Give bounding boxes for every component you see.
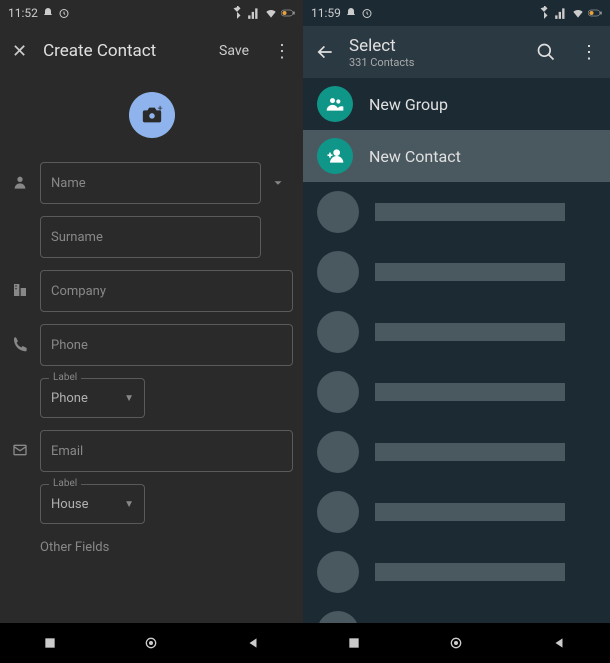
more-icon[interactable]: ⋮ <box>273 41 291 62</box>
search-icon[interactable] <box>536 42 556 62</box>
wifi-icon <box>264 6 278 20</box>
alarm-icon <box>58 7 70 19</box>
avatar <box>317 371 359 413</box>
contact-name-placeholder <box>375 203 565 221</box>
bluetooth-icon <box>537 6 551 20</box>
phone-field[interactable]: Phone <box>40 324 293 366</box>
email-field[interactable]: Email <box>40 430 293 472</box>
list-item[interactable] <box>303 302 610 362</box>
avatar <box>317 551 359 593</box>
svg-text:+: + <box>157 104 162 114</box>
signal-icon <box>247 6 261 20</box>
add-photo-button[interactable]: + <box>129 92 175 138</box>
other-fields-button[interactable]: Other Fields <box>40 540 293 555</box>
avatar <box>317 311 359 353</box>
select-contact-screen: 11:59 Select 331 Contacts ⋮ New Group <box>303 0 610 663</box>
dropdown-icon: ▼ <box>124 499 134 510</box>
new-contact-button[interactable]: New Contact <box>303 130 610 182</box>
battery-icon <box>281 6 295 20</box>
list-item[interactable] <box>303 542 610 602</box>
bluetooth-icon <box>230 6 244 20</box>
more-icon[interactable]: ⋮ <box>580 42 598 63</box>
list-item[interactable] <box>303 242 610 302</box>
back-arrow-icon[interactable] <box>315 42 335 62</box>
list-item[interactable] <box>303 482 610 542</box>
camera-plus-icon: + <box>141 104 163 126</box>
group-icon <box>317 86 353 122</box>
list-item[interactable] <box>303 182 610 242</box>
nav-bar <box>0 623 303 663</box>
header: Select 331 Contacts ⋮ <box>303 26 610 78</box>
contact-name-placeholder <box>375 323 565 341</box>
close-icon[interactable]: ✕ <box>12 41 27 62</box>
contact-list[interactable] <box>303 182 610 663</box>
status-time: 11:59 <box>311 6 341 20</box>
page-title: Create Contact <box>43 41 203 61</box>
avatar <box>317 251 359 293</box>
create-contact-screen: 11:52 ✕ Create Contact Save ⋮ + Name <box>0 0 303 663</box>
bell-icon <box>345 7 357 19</box>
phone-icon <box>10 324 30 352</box>
add-person-icon <box>317 138 353 174</box>
status-bar: 11:59 <box>303 0 610 26</box>
name-field[interactable]: Name <box>40 162 261 204</box>
page-title: Select <box>349 36 522 56</box>
chevron-down-icon[interactable] <box>271 162 293 190</box>
new-group-button[interactable]: New Group <box>303 78 610 130</box>
recent-apps-button[interactable] <box>43 636 57 650</box>
contact-name-placeholder <box>375 263 565 281</box>
battery-icon <box>588 6 602 20</box>
contact-name-placeholder <box>375 503 565 521</box>
header: ✕ Create Contact Save ⋮ <box>0 26 303 76</box>
company-field[interactable]: Company <box>40 270 293 312</box>
home-button[interactable] <box>448 635 464 651</box>
contact-name-placeholder <box>375 383 565 401</box>
list-item[interactable] <box>303 362 610 422</box>
list-item[interactable] <box>303 422 610 482</box>
company-icon <box>10 270 30 298</box>
email-label-select[interactable]: Label House ▼ <box>40 484 145 524</box>
surname-field[interactable]: Surname <box>40 216 261 258</box>
phone-label-select[interactable]: Label Phone ▼ <box>40 378 145 418</box>
alarm-icon <box>361 7 373 19</box>
avatar <box>317 491 359 533</box>
recent-apps-button[interactable] <box>347 636 361 650</box>
bell-icon <box>42 7 54 19</box>
save-button[interactable]: Save <box>219 43 249 59</box>
avatar <box>317 431 359 473</box>
home-button[interactable] <box>143 635 159 651</box>
signal-icon <box>554 6 568 20</box>
back-button[interactable] <box>552 636 566 650</box>
contact-name-placeholder <box>375 563 565 581</box>
back-button[interactable] <box>246 636 260 650</box>
contact-name-placeholder <box>375 443 565 461</box>
email-icon <box>10 430 30 458</box>
nav-bar <box>303 623 610 663</box>
wifi-icon <box>571 6 585 20</box>
status-bar: 11:52 <box>0 0 303 26</box>
avatar <box>317 191 359 233</box>
contact-count: 331 Contacts <box>349 56 522 69</box>
person-icon <box>10 162 30 190</box>
status-time: 11:52 <box>8 6 38 20</box>
dropdown-icon: ▼ <box>124 393 134 404</box>
